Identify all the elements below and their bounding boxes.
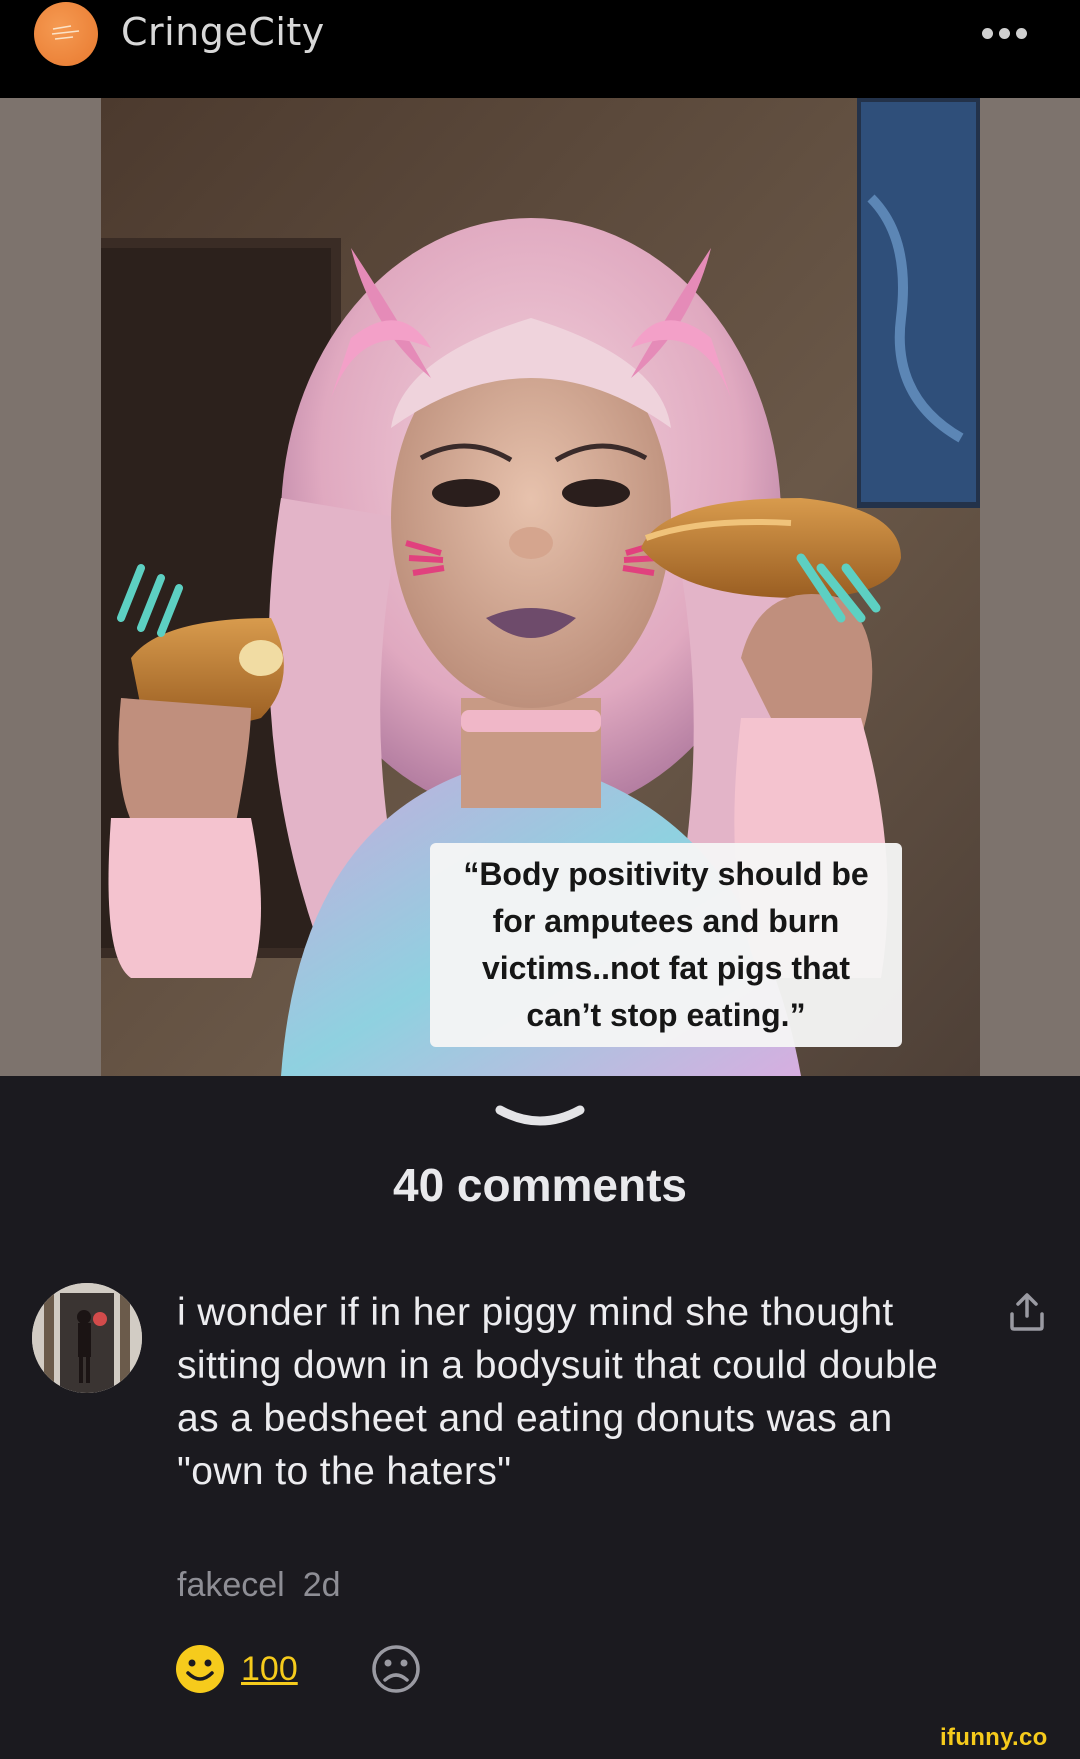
smile-icon[interactable] <box>175 1644 225 1694</box>
comments-count: 40 comments <box>392 1159 687 1211</box>
community-name[interactable]: CringeCity <box>121 10 325 54</box>
frown-icon[interactable] <box>371 1644 421 1694</box>
chevron-down-icon[interactable] <box>492 1102 588 1132</box>
post-media: “Body positivity should be for amputees … <box>0 98 1080 1076</box>
comment-item: i wonder if in her piggy mind she though… <box>0 1280 1080 1700</box>
comment-meta: fakecel 2d <box>177 1566 341 1605</box>
avatar[interactable] <box>32 1283 142 1393</box>
comment-author[interactable]: fakecel <box>177 1566 285 1604</box>
comment-time: 2d <box>302 1566 341 1604</box>
share-icon[interactable] <box>1008 1292 1046 1332</box>
top-bar: CringeCity <box>0 0 1080 98</box>
community-logo-icon[interactable] <box>34 2 98 66</box>
smile-count[interactable]: 100 <box>241 1650 298 1689</box>
image-caption-text: “Body positivity should be for amputees … <box>430 843 902 1047</box>
more-options-icon[interactable] <box>982 22 1032 44</box>
watermark: ifunny.co <box>940 1724 1048 1751</box>
post-image[interactable]: “Body positivity should be for amputees … <box>101 98 980 1076</box>
comment-text: i wonder if in her piggy mind she though… <box>177 1291 939 1493</box>
